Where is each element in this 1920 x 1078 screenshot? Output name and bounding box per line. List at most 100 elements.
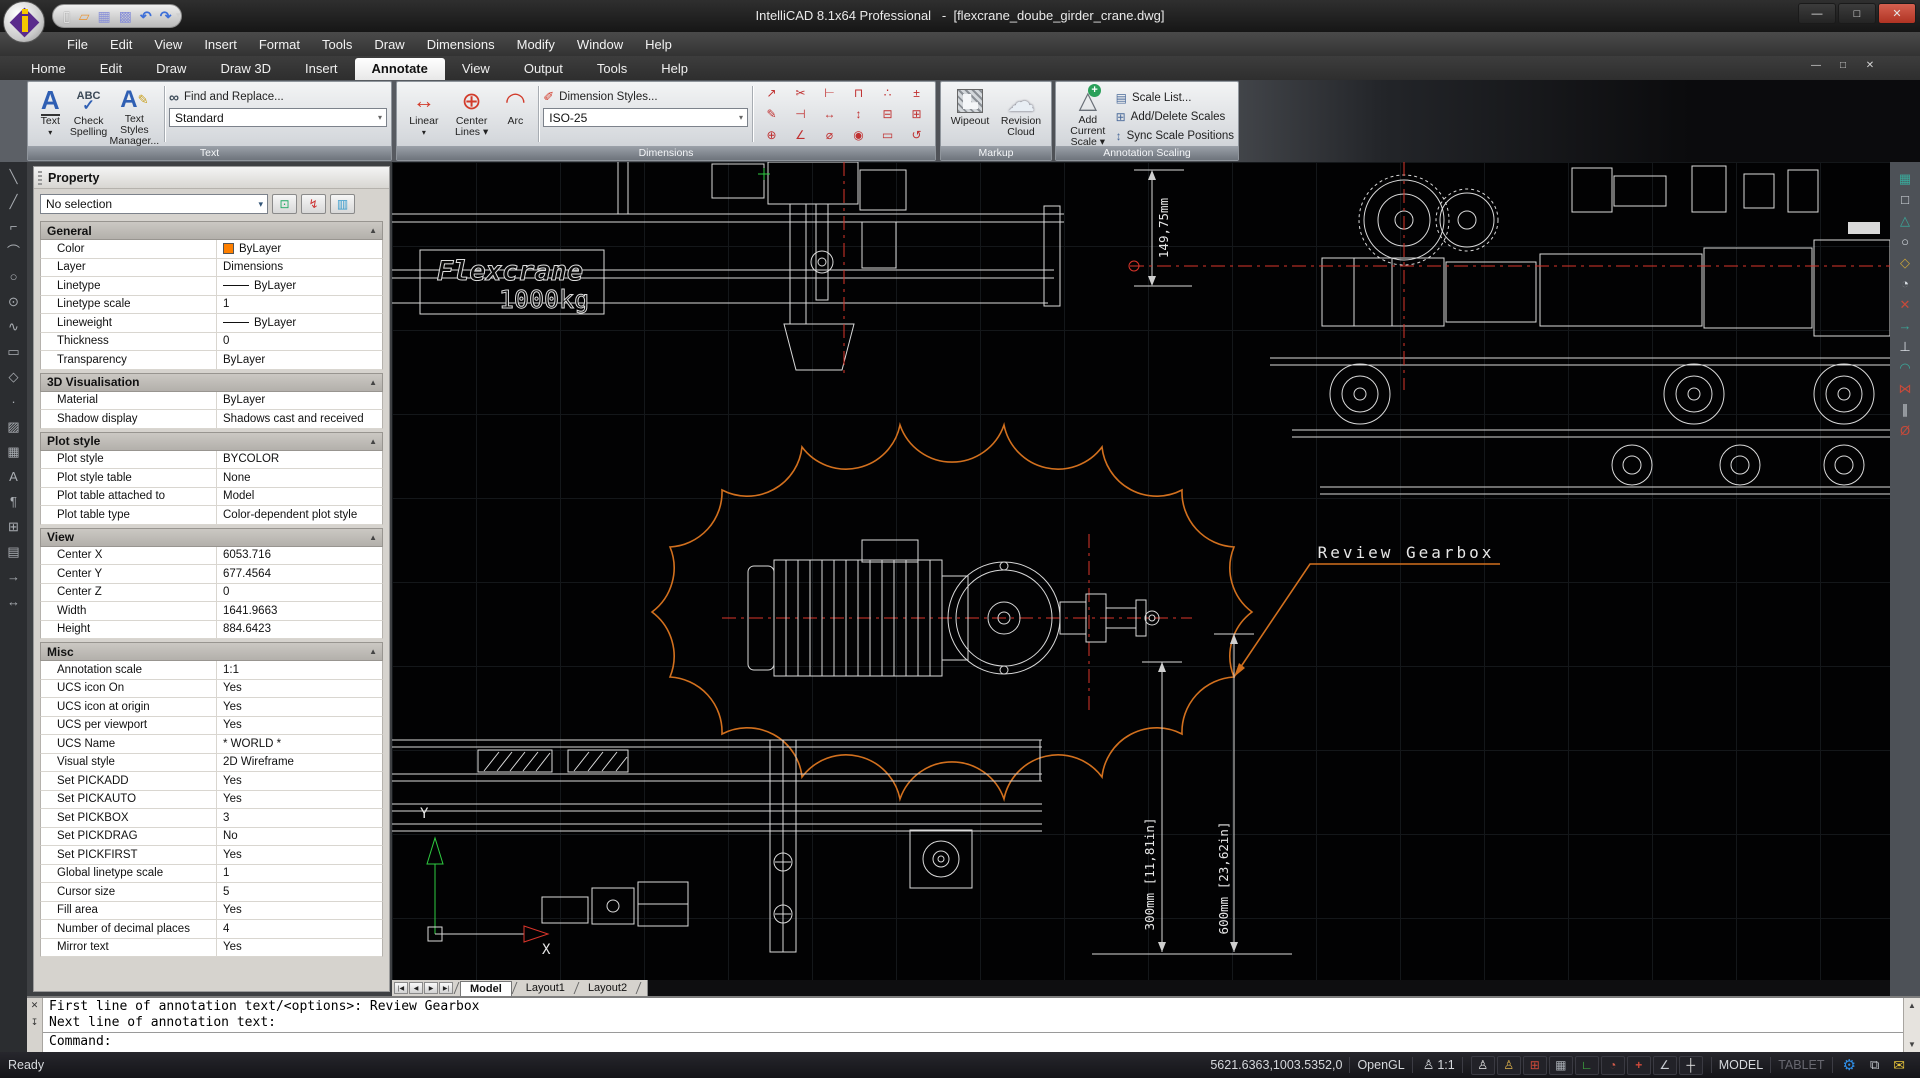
dimension-tool-icon[interactable]: ∠ [786,125,815,146]
property-value[interactable]: Yes [217,772,382,790]
property-section-header[interactable]: General ▲ [40,221,383,240]
annotation-visibility-icon[interactable]: ♙ [1471,1056,1495,1075]
tab-nav-button[interactable]: ◀ [409,982,423,994]
mdi-close-icon[interactable]: ✕ [1860,60,1880,71]
collapse-icon[interactable]: ▲ [369,378,377,387]
command-input[interactable]: Command: [43,1033,1903,1052]
ribbon-tab[interactable]: Help [644,58,705,80]
revision-cloud[interactable] [652,425,1500,799]
draw-tool-icon[interactable]: ▤ [3,545,24,564]
snap-nearest-icon[interactable]: ⋈ [1899,382,1912,396]
sync-scale-positions-button[interactable]: ↕ Sync Scale Positions [1116,127,1234,144]
snap-tangent-icon[interactable]: ◠ [1899,361,1910,375]
property-value[interactable]: 3 [217,809,382,827]
property-section-header[interactable]: View ▲ [40,528,383,547]
draw-tool-icon[interactable]: ▭ [3,345,24,364]
annotation-scale-icon[interactable]: ♙ [1423,1057,1435,1073]
ribbon-tab[interactable]: Tools [580,58,644,80]
property-value[interactable]: ByLayer [217,314,382,332]
dimension-tool-icon[interactable]: ↺ [902,125,931,146]
menu-item[interactable]: Window [566,34,634,55]
property-value[interactable]: Color-dependent plot style [217,506,382,524]
revision-cloud-button[interactable]: ☁ Revision Cloud [996,84,1046,144]
property-value[interactable]: 1 [217,296,382,314]
property-value[interactable]: 0 [217,333,382,351]
ribbon-tab[interactable]: Output [507,58,580,80]
ribbon-tab[interactable]: Insert [288,58,355,80]
menu-item[interactable]: Draw [363,34,415,55]
draw-tool-icon[interactable]: ◇ [3,370,24,389]
scroll-down-icon[interactable]: ▼ [1908,1037,1916,1052]
property-value[interactable]: Yes [217,902,382,920]
draw-tool-icon[interactable]: ⌐ [3,220,24,239]
draw-tool-icon[interactable]: · [3,395,24,414]
snap-extension-icon[interactable]: → [1899,319,1912,333]
dimension-tool-icon[interactable]: ✂ [786,83,815,104]
property-value[interactable]: Shadows cast and received [217,410,382,428]
snap-midpoint-icon[interactable]: △ [1900,214,1910,228]
draw-tool-icon[interactable]: ╲ [3,170,24,189]
dimension-tool-icon[interactable]: ⊓ [844,83,873,104]
scroll-up-icon[interactable]: ▲ [1908,998,1916,1013]
model-space-toggle[interactable]: MODEL [1719,1058,1763,1072]
property-value[interactable]: 1 [217,865,382,883]
layout-tab[interactable]: Layout1 [517,981,574,996]
draw-tool-icon[interactable]: ↔ [3,595,24,614]
dimension-tool-icon[interactable]: ✎ [757,104,786,125]
property-value[interactable]: 4 [217,920,382,938]
coordinates-readout[interactable]: 5621.6363,1003.5352,0 [1210,1058,1342,1072]
dimension-style-combo[interactable]: ISO-25 ▾ [543,108,748,127]
snap-parallel-icon[interactable]: ∥ [1902,403,1909,417]
property-value[interactable]: ByLayer [217,240,382,258]
linear-dimension-button[interactable]: ↔ Linear ▾ [402,84,446,144]
property-value[interactable]: Yes [217,791,382,809]
property-value[interactable]: Yes [217,698,382,716]
collapse-icon[interactable]: ▲ [369,437,377,446]
text-button[interactable]: A Text ▾ [33,84,68,144]
snap-perpendicular-icon[interactable]: ⊥ [1899,340,1910,354]
settings-gear-icon[interactable]: ⚙ [1843,1056,1856,1074]
center-lines-button[interactable]: ⊕ Center Lines ▾ [448,84,496,144]
close-button[interactable]: ✕ [1878,3,1916,24]
ribbon-tab[interactable]: Draw [139,58,203,80]
ribbon-tab[interactable]: View [445,58,507,80]
tab-nav-button[interactable]: |◀ [394,982,408,994]
polar-icon[interactable]: ◔ [1601,1056,1625,1075]
property-value[interactable]: 6053.716 [217,547,382,565]
maximize-button[interactable]: □ [1838,3,1876,24]
menu-item[interactable]: File [56,34,99,55]
tablet-toggle[interactable]: TABLET [1778,1058,1824,1072]
draw-tool-icon[interactable]: A [3,470,24,489]
customize-button[interactable]: ▥ [330,194,355,214]
dimension-tool-icon[interactable]: ⌀ [815,125,844,146]
check-spelling-button[interactable]: ABC ✓ Check Spelling [70,84,108,144]
draw-tool-icon[interactable]: ⊞ [3,520,24,539]
lwt-icon[interactable]: ┼ [1679,1056,1703,1075]
menu-item[interactable]: Edit [99,34,143,55]
dimension-tool-icon[interactable]: ∴ [873,83,902,104]
property-value[interactable]: ByLayer [217,351,382,369]
draw-tool-icon[interactable]: ∿ [3,320,24,339]
collapse-icon[interactable]: ▲ [369,647,377,656]
snap-icon[interactable]: ⊞ [1523,1056,1547,1075]
minimize-button[interactable]: — [1798,3,1836,24]
dimension-tool-icon[interactable]: ◉ [844,125,873,146]
property-value[interactable]: BYCOLOR [217,451,382,469]
panel-grip[interactable] [38,171,42,185]
property-value[interactable]: 884.6423 [217,621,382,639]
add-delete-scales-button[interactable]: ⊞ Add/Delete Scales [1116,108,1234,125]
snap-quadrant-icon[interactable]: ◔ [1901,277,1909,291]
menu-item[interactable]: Insert [193,34,248,55]
layout-tab[interactable]: Layout2 [579,981,636,996]
layout-tab[interactable]: Model [460,981,512,996]
ribbon-tab[interactable]: Edit [83,58,139,80]
snap-center-icon[interactable]: ○ [1901,235,1909,249]
draw-tool-icon[interactable]: → [3,570,24,589]
mail-icon[interactable]: ✉ [1893,1057,1905,1074]
dimension-tool-icon[interactable]: ⊞ [902,104,931,125]
auto-annotation-scale-icon[interactable]: ♙ [1497,1056,1521,1075]
dimension-tool-icon[interactable]: ± [902,83,931,104]
clear-snaps-icon[interactable]: Ø [1900,424,1910,438]
tab-nav-button[interactable]: ▶ [424,982,438,994]
find-replace-button[interactable]: ∞ Find and Replace... [169,88,387,105]
